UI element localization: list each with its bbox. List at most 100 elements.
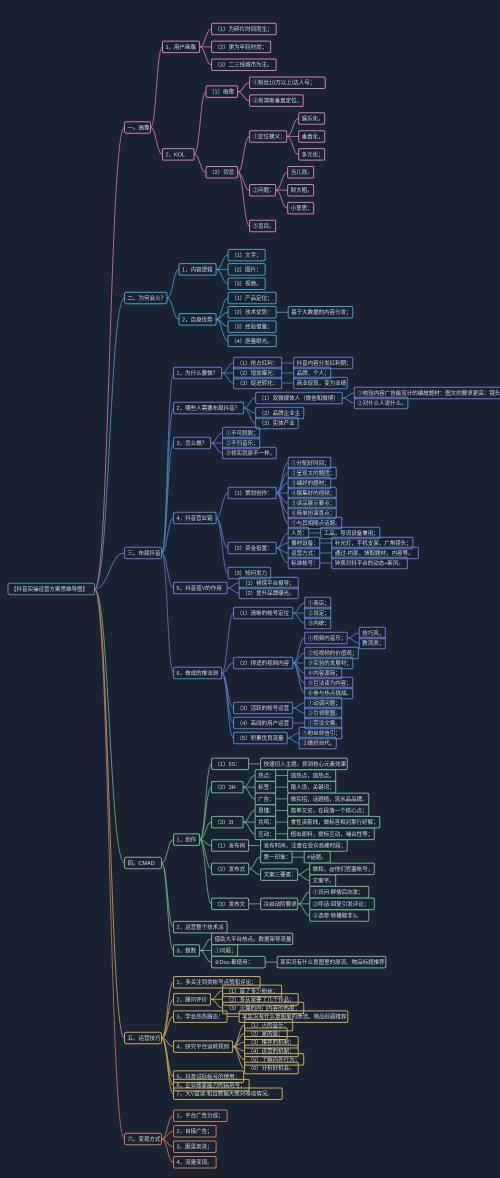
node-label: 某实况有什么意图里的原流。物品标题推荐 bbox=[280, 958, 385, 966]
node-label: 造热点，追热点。 bbox=[291, 771, 335, 779]
node-label: （3）3I bbox=[215, 819, 234, 826]
node-label: 共鸣： bbox=[258, 818, 275, 826]
mindmap-node: （4）胆量眼光。 bbox=[228, 335, 276, 347]
node-label: ②Dou.都使用： bbox=[215, 958, 254, 966]
node-label: ③实验的发展材； bbox=[308, 659, 352, 667]
mindmap-node: ③选参:转播稿非3。 bbox=[310, 910, 369, 922]
node-label: 3，做数 bbox=[177, 946, 197, 954]
mindmap-node: 冷启动阶要求 bbox=[261, 898, 298, 910]
node-label: 商业促现，变为业绩 bbox=[297, 379, 347, 387]
node-label: ②呼话:回复引发评论； bbox=[313, 900, 370, 908]
node-label: 1，为什么要做？ bbox=[177, 369, 219, 377]
node-label: 标签： bbox=[258, 783, 275, 791]
mindmap-node: （1）文字； bbox=[228, 249, 265, 261]
node-label: （1）发布间 bbox=[215, 841, 246, 849]
node-label: 1，用户画像 bbox=[166, 43, 197, 51]
node-label: 4，流量变现。 bbox=[177, 1158, 213, 1166]
node-label: （1）策划创作： bbox=[231, 489, 273, 497]
node-label: 人员： bbox=[291, 530, 308, 537]
node-label: 快速切入主题，抓到核心元素效果 bbox=[264, 760, 347, 768]
mindmap-node: （3）活跃的帐号运营 bbox=[234, 702, 293, 714]
node-label: ⑤读品展示要点； bbox=[291, 499, 335, 507]
mindmap-node: （6）分析好机会。 bbox=[245, 1062, 299, 1074]
mindmap-node: 广告： bbox=[255, 793, 276, 805]
node-label: ①视频内音乐； bbox=[308, 634, 347, 642]
node-label: ①讯问:群情后向发； bbox=[313, 888, 364, 896]
node-label: （1）候保平台报导； bbox=[242, 579, 295, 587]
mindmap-node: 6，企业账家能力的搞到号； bbox=[174, 1079, 250, 1091]
mindmap-node: 4，流量变现。 bbox=[174, 1157, 217, 1169]
mindmap-node: 6，做成的推法则 bbox=[174, 667, 222, 679]
mindmap-node: 2，蹭问评价 bbox=[174, 994, 211, 1006]
mindmap-node: （1）留了多少粉丝； bbox=[223, 985, 282, 997]
mindmap-node: 造热点，追热点。 bbox=[288, 770, 336, 782]
node-label: （3）活跃的帐号运营 bbox=[237, 704, 290, 712]
mindmap-node: 5，抖音试标帐号的使用； bbox=[174, 1071, 244, 1083]
node-label: 五。运营技巧 bbox=[127, 1034, 161, 1042]
mindmap-node: （4）运营的机制； bbox=[245, 1045, 299, 1057]
mindmap-node: 某实况有什么意图里的原流。物品标题推荐 bbox=[239, 1011, 348, 1023]
node-label: （6）分析好机会。 bbox=[248, 1064, 295, 1072]
mindmap-node: （3）推荐的机制； bbox=[245, 1037, 299, 1049]
mindmap-node: ①讯问:群情后向发； bbox=[310, 886, 369, 898]
node-label: （2）得适的视网内容 bbox=[237, 659, 290, 667]
node-label: ④内容源简； bbox=[308, 669, 341, 677]
node-label: ①商店； bbox=[308, 599, 330, 607]
node-label: 钟表对抖平台的动态+新风。 bbox=[335, 559, 404, 567]
mindmap-node: 某实况有什么意图里的原流。物品标题推荐 bbox=[277, 956, 386, 968]
node-label: （4）高阔的用户运营 bbox=[237, 719, 290, 727]
mindmap-node: ②Dou.都使用： bbox=[212, 956, 266, 968]
mindmap-node: 2，哪些人需要布局抖音？ bbox=[174, 402, 244, 414]
mindmap-node: （1）5S： bbox=[212, 758, 249, 770]
node-label: （1）清晰的帐号定位 bbox=[237, 609, 290, 617]
node-label: （5）积累优良流量 bbox=[237, 734, 285, 742]
node-label: （1）为碎片时间而生； bbox=[215, 25, 273, 33]
mindmap-node: ①粉丝10万以上/达人号； bbox=[250, 77, 326, 89]
node-label: 二。为何会火？ bbox=[127, 294, 166, 302]
mindmap-node: （3）二三线城市为主。 bbox=[212, 59, 277, 71]
node-label: （1）抢占红利： bbox=[237, 359, 279, 367]
node-label: 娱乐化， bbox=[302, 114, 324, 122]
node-label: 易懂： bbox=[258, 806, 275, 814]
mindmap-node: （2）3H bbox=[212, 781, 244, 793]
node-label: 热点： bbox=[258, 771, 275, 779]
mindmap-node: 二。为何会火？ bbox=[124, 292, 167, 304]
node-label: ⑦与其相随点话题。 bbox=[291, 519, 341, 527]
node-label: 六。变现方式 bbox=[127, 1135, 161, 1143]
node-label: 互动： bbox=[258, 831, 275, 838]
node-label: 7，大V益读:和且数据大致对等成情况。 bbox=[177, 1090, 273, 1098]
mindmap-node: （2）得适的视网内容 bbox=[234, 657, 293, 669]
node-label: ①劳设文案。 bbox=[308, 719, 341, 727]
node-label: （1）5S： bbox=[215, 761, 241, 768]
mindmap-node: 标签： bbox=[255, 781, 276, 793]
mindmap-node: 1，内容逻辑 bbox=[179, 264, 216, 276]
mindmap-node: 1，为什么要做？ bbox=[174, 367, 222, 379]
mindmap-node: ①视频内音乐； bbox=[305, 632, 348, 644]
node-label: ②不归音乐； bbox=[226, 439, 259, 447]
node-label: ②问题： bbox=[253, 186, 275, 194]
node-label: 文案字。 bbox=[313, 876, 335, 884]
mindmap-node: 做实招，话题植，流水品品牌。 bbox=[288, 793, 369, 805]
mindmap-node: （3）视频。 bbox=[228, 278, 265, 290]
node-label: 4，研究平台运转规则 bbox=[177, 1043, 230, 1051]
mindmap-node: （2）发布式 bbox=[212, 863, 249, 875]
mindmap-node: 垂直化， bbox=[299, 131, 325, 143]
node-label: 2，自身优势 bbox=[182, 315, 213, 323]
node-label: 工品，导流设备兼用； bbox=[324, 529, 379, 537]
node-label: 标准帐号： bbox=[291, 559, 319, 567]
node-label: （1）产品定位； bbox=[231, 294, 273, 302]
mindmap-node: 六。变现方式 bbox=[124, 1133, 161, 1145]
node-label: ⑤巨法读为内容； bbox=[308, 679, 352, 687]
node-label: 一。画像 bbox=[127, 123, 150, 131]
node-label: ③修实就原不一样。 bbox=[226, 449, 276, 457]
node-label: 借助大平台热点。数据架导流量 bbox=[215, 935, 293, 943]
mindmap-node: （5）了解内外行为； bbox=[245, 1054, 304, 1066]
mindmap-node: 发布时间，注意在受众高峰时段； bbox=[261, 840, 348, 852]
mindmap-node: 四。CMAD bbox=[124, 857, 161, 869]
mindmap-node: ①问题； bbox=[212, 945, 238, 957]
mindmap-node: 1，创作 bbox=[174, 834, 200, 846]
mindmap-node: （3）3I bbox=[212, 816, 244, 828]
mindmap-node: （2）家的是； bbox=[245, 1028, 288, 1040]
node-label: 3，跟梁卖货； bbox=[177, 1143, 213, 1151]
node-label: 冷启动阶要求 bbox=[264, 900, 298, 908]
